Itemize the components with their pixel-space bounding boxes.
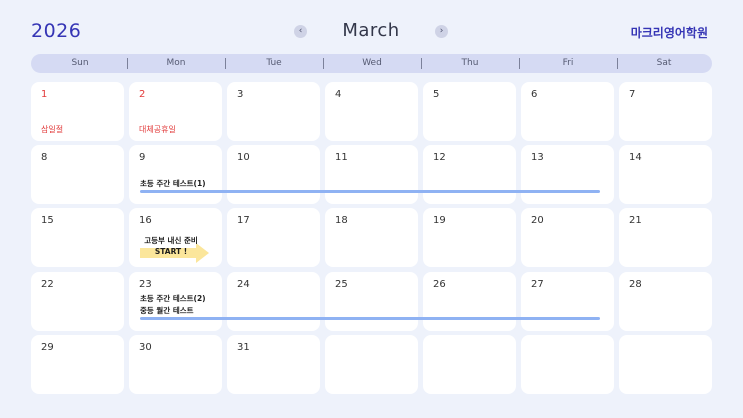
day-cell[interactable]: 11 bbox=[325, 145, 418, 204]
holiday-label: 대체공휴일 bbox=[139, 125, 176, 134]
weekday-fri: Fri bbox=[562, 58, 574, 68]
day-number: 3 bbox=[237, 89, 244, 100]
weekday-thu: Thu bbox=[461, 58, 479, 68]
day-number: 27 bbox=[531, 279, 544, 290]
day-number: 16 bbox=[139, 215, 152, 226]
event-label-middle-monthly-test[interactable]: 중등 월간 테스트 bbox=[140, 305, 194, 316]
day-number: 10 bbox=[237, 152, 250, 163]
day-cell[interactable]: 1 삼일절 bbox=[31, 82, 124, 141]
calendar-grid: 1 삼일절 2 대체공휴일 3 4 5 6 7 8 9 10 11 12 13 14 15 16 17 18 19 20 2… bbox=[31, 82, 712, 395]
banner-line-1: 고등부 내신 준비 bbox=[144, 236, 198, 245]
day-cell[interactable]: 10 bbox=[227, 145, 320, 204]
day-cell[interactable]: 29 bbox=[31, 335, 124, 394]
weekday-header: Sun Mon Tue Wed Thu Fri Sat bbox=[31, 54, 712, 73]
day-cell[interactable]: 24 bbox=[227, 272, 320, 331]
day-cell[interactable]: 17 bbox=[227, 208, 320, 267]
weekday-mon: Mon bbox=[166, 58, 186, 68]
empty-day-cell[interactable] bbox=[619, 335, 712, 394]
day-cell[interactable]: 31 bbox=[227, 335, 320, 394]
day-number: 23 bbox=[139, 279, 152, 290]
month-navigation: ‹ March › bbox=[292, 18, 452, 48]
weekday-tue: Tue bbox=[266, 58, 282, 68]
weekday-sat: Sat bbox=[656, 58, 672, 68]
day-cell[interactable]: 25 bbox=[325, 272, 418, 331]
event-bar-elementary-weekly-test-1[interactable] bbox=[140, 190, 600, 193]
day-number: 18 bbox=[335, 215, 348, 226]
event-banner-high-school-prep[interactable]: 고등부 내신 준비 START ! bbox=[140, 235, 210, 263]
day-cell[interactable]: 7 bbox=[619, 82, 712, 141]
day-number: 1 bbox=[41, 89, 48, 100]
day-cell[interactable]: 28 bbox=[619, 272, 712, 331]
event-bar-week-4[interactable] bbox=[140, 317, 600, 320]
academy-name: 마크리영어학원 bbox=[630, 26, 708, 40]
day-cell[interactable]: 9 bbox=[129, 145, 222, 204]
banner-text: 고등부 내신 준비 START ! bbox=[140, 235, 202, 257]
banner-line-2: START ! bbox=[154, 247, 188, 256]
day-number: 13 bbox=[531, 152, 544, 163]
chevron-left-icon[interactable]: ‹ bbox=[294, 25, 307, 38]
event-label-elementary-weekly-test-2[interactable]: 초등 주간 테스트(2) bbox=[140, 293, 206, 304]
day-number: 26 bbox=[433, 279, 446, 290]
day-number: 17 bbox=[237, 215, 250, 226]
day-number: 21 bbox=[629, 215, 642, 226]
day-number: 24 bbox=[237, 279, 250, 290]
day-number: 20 bbox=[531, 215, 544, 226]
day-number: 28 bbox=[629, 279, 642, 290]
day-number: 29 bbox=[41, 342, 54, 353]
calendar-header: 2026 ‹ March › 마크리영어학원 bbox=[0, 0, 743, 58]
year-label: 2026 bbox=[31, 20, 82, 42]
day-number: 8 bbox=[41, 152, 48, 163]
day-number: 25 bbox=[335, 279, 348, 290]
day-number: 5 bbox=[433, 89, 440, 100]
day-number: 15 bbox=[41, 215, 54, 226]
day-cell[interactable]: 3 bbox=[227, 82, 320, 141]
weekday-sun: Sun bbox=[71, 58, 89, 68]
day-cell[interactable]: 18 bbox=[325, 208, 418, 267]
day-number: 19 bbox=[433, 215, 446, 226]
day-cell[interactable]: 20 bbox=[521, 208, 614, 267]
empty-day-cell[interactable] bbox=[325, 335, 418, 394]
day-number: 22 bbox=[41, 279, 54, 290]
day-cell[interactable]: 21 bbox=[619, 208, 712, 267]
day-number: 11 bbox=[335, 152, 348, 163]
day-number: 30 bbox=[139, 342, 152, 353]
day-number: 4 bbox=[335, 89, 342, 100]
day-cell[interactable]: 19 bbox=[423, 208, 516, 267]
day-number: 14 bbox=[629, 152, 642, 163]
day-cell[interactable]: 2 대체공휴일 bbox=[129, 82, 222, 141]
day-number: 6 bbox=[531, 89, 538, 100]
day-number: 12 bbox=[433, 152, 446, 163]
month-title: March bbox=[342, 20, 400, 41]
day-number: 7 bbox=[629, 89, 636, 100]
empty-day-cell[interactable] bbox=[521, 335, 614, 394]
day-cell[interactable]: 22 bbox=[31, 272, 124, 331]
day-cell[interactable]: 13 bbox=[521, 145, 614, 204]
day-cell[interactable]: 30 bbox=[129, 335, 222, 394]
empty-day-cell[interactable] bbox=[423, 335, 516, 394]
holiday-label: 삼일절 bbox=[41, 125, 64, 134]
day-cell[interactable]: 27 bbox=[521, 272, 614, 331]
day-number: 31 bbox=[237, 342, 250, 353]
day-cell[interactable]: 4 bbox=[325, 82, 418, 141]
day-cell[interactable]: 12 bbox=[423, 145, 516, 204]
day-number: 9 bbox=[139, 152, 146, 163]
event-label-elementary-weekly-test-1[interactable]: 초등 주간 테스트(1) bbox=[140, 178, 206, 189]
weekday-wed: Wed bbox=[362, 58, 382, 68]
day-cell[interactable]: 6 bbox=[521, 82, 614, 141]
chevron-right-icon[interactable]: › bbox=[435, 25, 448, 38]
day-cell[interactable]: 14 bbox=[619, 145, 712, 204]
day-cell[interactable]: 8 bbox=[31, 145, 124, 204]
day-cell[interactable]: 15 bbox=[31, 208, 124, 267]
day-cell[interactable]: 5 bbox=[423, 82, 516, 141]
day-number: 2 bbox=[139, 89, 146, 100]
day-cell[interactable]: 26 bbox=[423, 272, 516, 331]
